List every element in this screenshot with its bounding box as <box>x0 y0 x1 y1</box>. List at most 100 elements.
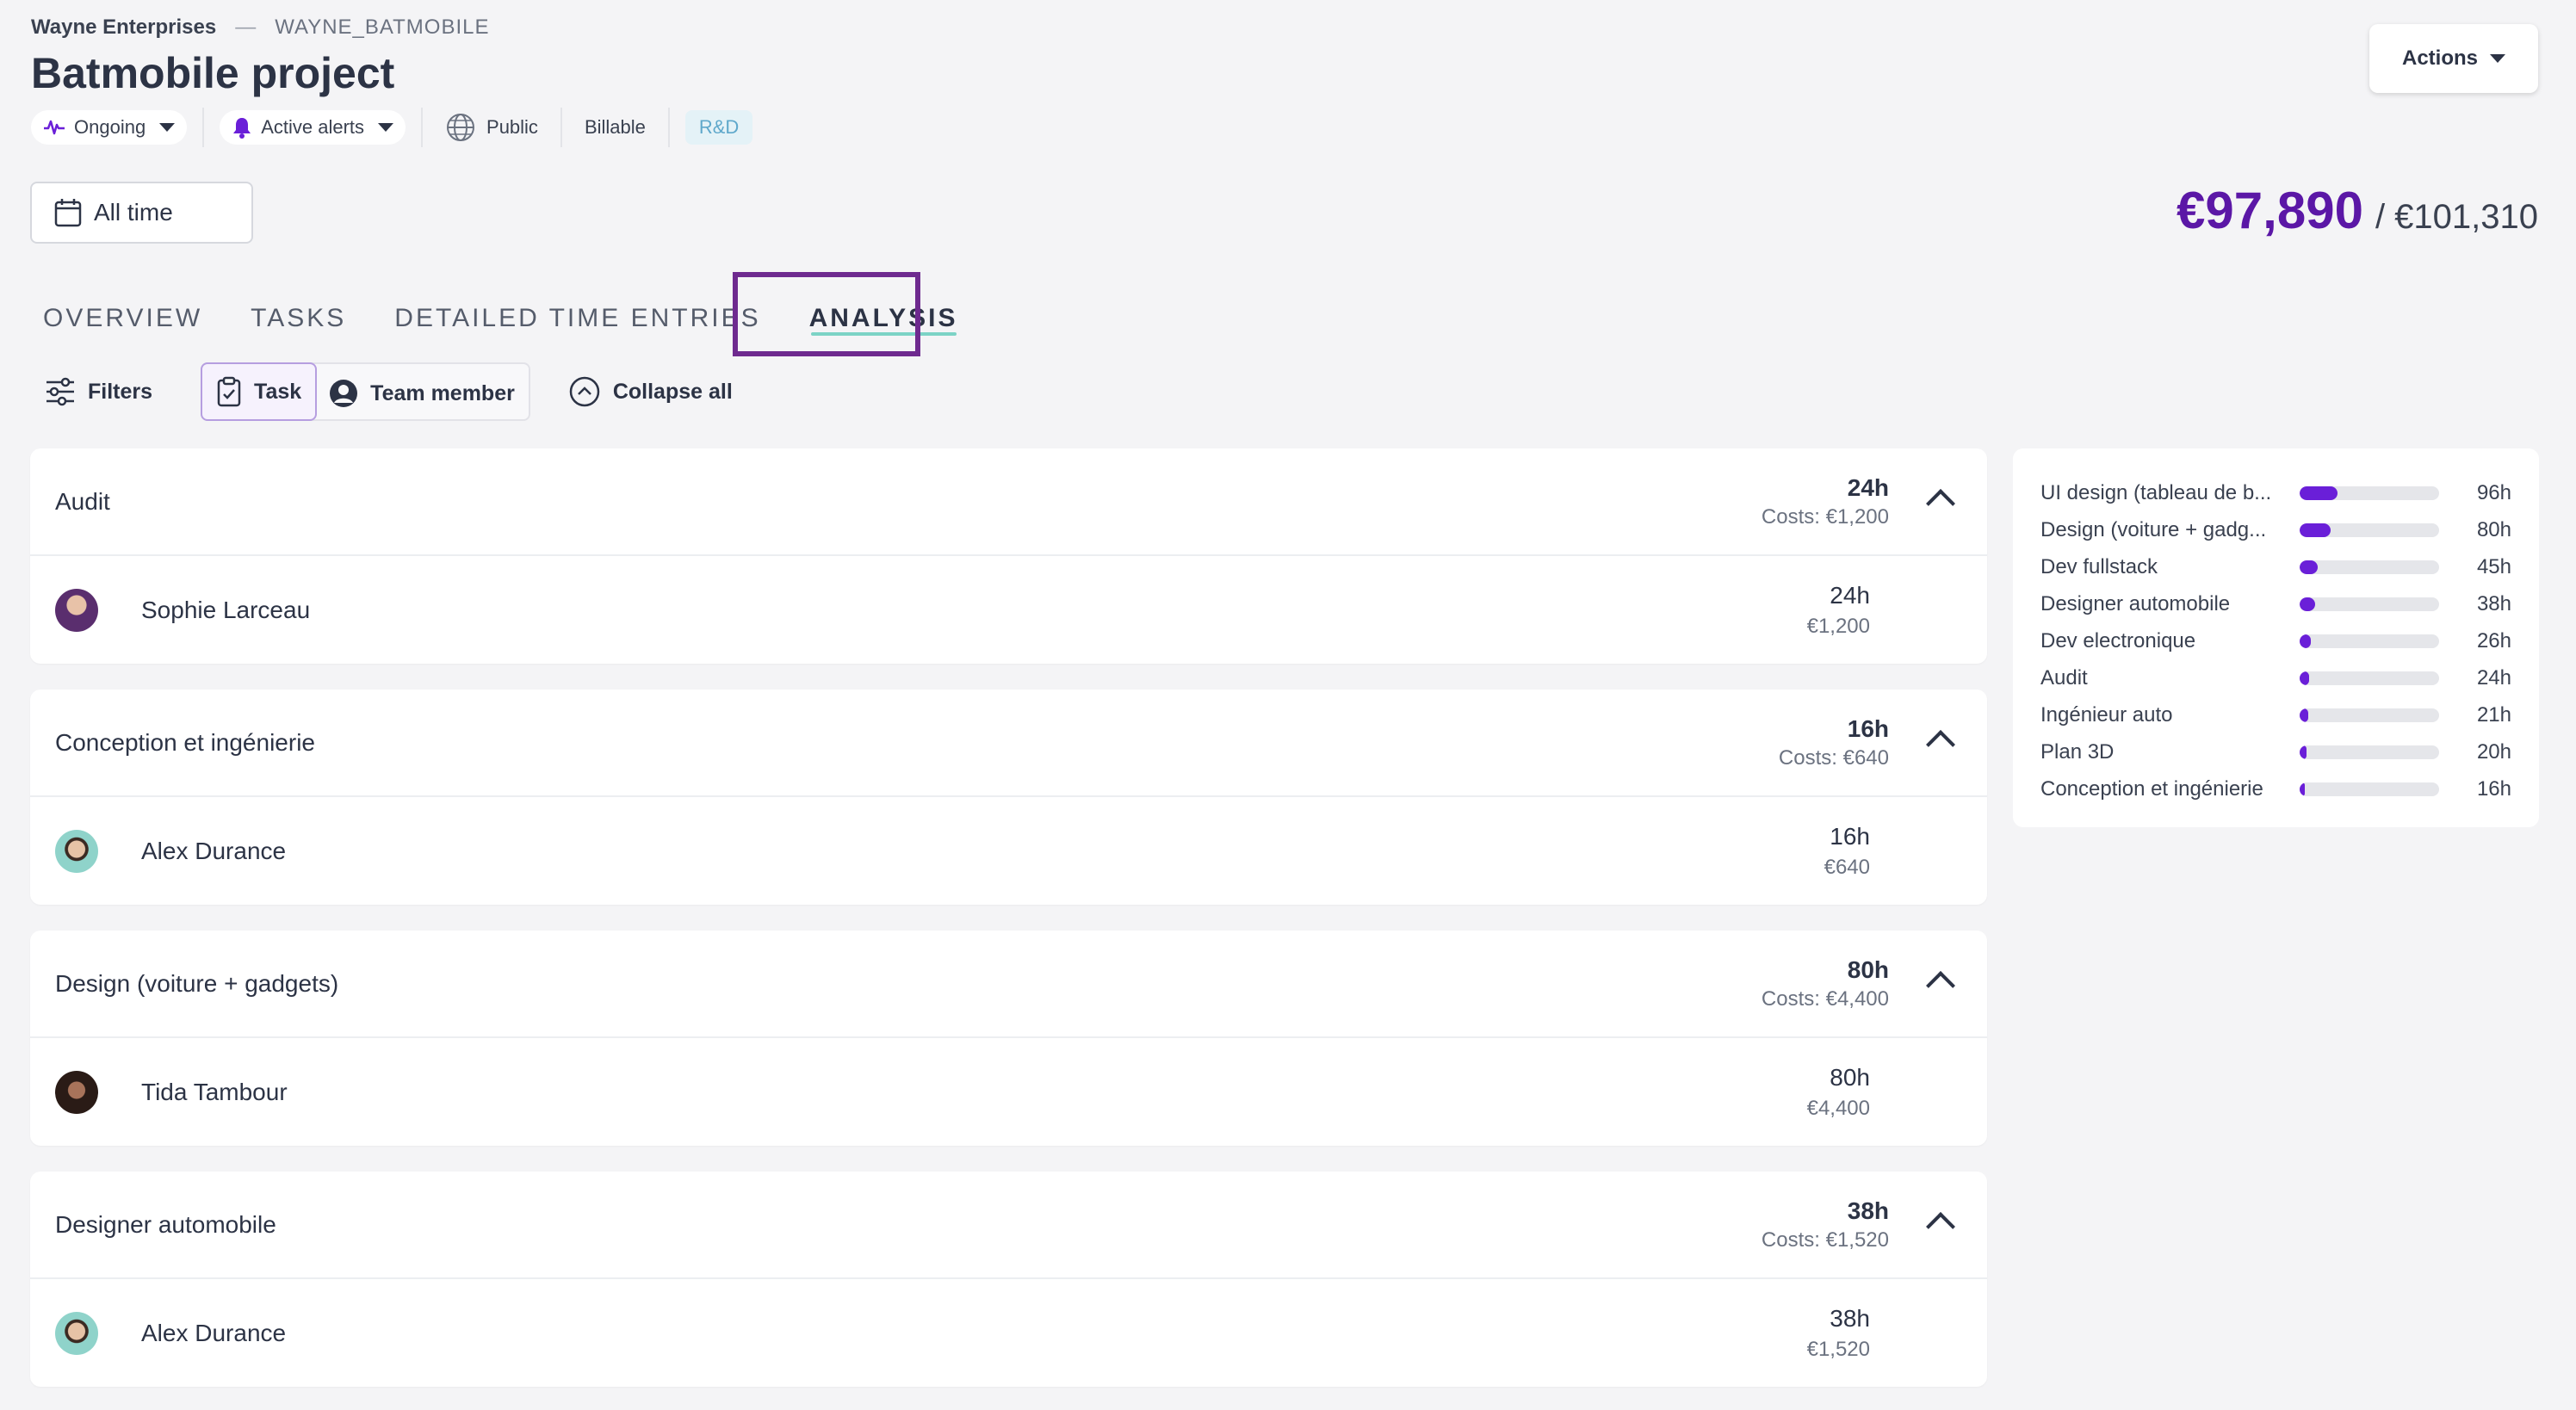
member-row: Tida Tambour 80h €4,400 <box>30 1038 1987 1146</box>
summary-row: Audit 24h <box>2040 659 2511 696</box>
member-hours: 16h <box>1830 822 1870 850</box>
summary-bar <box>2300 782 2439 796</box>
summary-bar <box>2300 708 2439 722</box>
collapse-all-label: Collapse all <box>612 379 733 404</box>
visibility-indicator: Public <box>438 112 545 143</box>
status-label: Ongoing <box>74 116 146 138</box>
summary-value: 38h <box>2476 591 2511 615</box>
summary-value: 45h <box>2476 554 2511 578</box>
summary-label: Plan 3D <box>2040 739 2115 764</box>
chevron-up-icon[interactable] <box>1926 489 1955 518</box>
avatar <box>55 829 98 873</box>
summary-bar-fill <box>2300 745 2307 759</box>
page-title: Batmobile project <box>31 49 395 97</box>
summary-bar-fill <box>2300 782 2306 796</box>
member-cost: €4,400 <box>1806 1096 1870 1120</box>
alerts-label: Active alerts <box>261 116 365 138</box>
budget-spent: €97,890 <box>2177 182 2363 239</box>
summary-label: Design (voiture + gadg... <box>2040 517 2267 541</box>
billing-label: Billable <box>584 116 646 138</box>
tab-tasks[interactable]: TASKS <box>238 284 358 353</box>
summary-row: Conception et ingénierie 16h <box>2040 770 2511 807</box>
group-by-task-button[interactable]: Task <box>201 362 318 421</box>
member-row: Alex Durance 16h €640 <box>30 797 1987 905</box>
summary-bar-fill <box>2300 708 2308 722</box>
task-group-name: Design (voiture + gadgets) <box>55 969 339 997</box>
summary-bar <box>2300 634 2439 648</box>
activity-icon <box>44 120 65 135</box>
task-group-totals: 38h Costs: €1,520 <box>1762 1197 1889 1252</box>
summary-label: Conception et ingénierie <box>2040 776 2263 801</box>
analysis-toolbar: Filters Task Team member Collapse all <box>31 362 746 422</box>
task-group-header[interactable]: Designer automobile 38h Costs: €1,520 <box>30 1172 1987 1279</box>
summary-bar <box>2300 597 2439 611</box>
tab-overview[interactable]: OVERVIEW <box>31 284 214 353</box>
task-group-card: Audit 24h Costs: €1,200 Sophie Larceau 2… <box>30 448 1987 664</box>
summary-row: Plan 3D 20h <box>2040 733 2511 770</box>
summary-label: UI design (tableau de b... <box>2040 480 2272 504</box>
member-row: Sophie Larceau 24h €1,200 <box>30 556 1987 664</box>
task-group-totals: 16h Costs: €640 <box>1779 715 1889 770</box>
chevron-up-circle-icon <box>569 376 600 407</box>
task-group-costs: Costs: €4,400 <box>1761 986 1889 1011</box>
summary-bar-fill <box>2300 560 2319 574</box>
member-cost: €1,520 <box>1806 1337 1870 1361</box>
user-circle-icon <box>330 380 358 407</box>
collapse-all-button[interactable]: Collapse all <box>554 362 746 421</box>
summary-bar <box>2300 523 2439 537</box>
task-group-header[interactable]: Conception et ingénierie 16h Costs: €640 <box>30 690 1987 797</box>
summary-row: UI design (tableau de b... 96h <box>2040 474 2511 511</box>
task-group-name: Audit <box>55 487 110 515</box>
summary-value: 96h <box>2476 480 2511 504</box>
summary-bar-fill <box>2300 634 2311 648</box>
tab-highlight-box <box>733 272 920 356</box>
task-group-hours: 38h <box>1847 1197 1889 1224</box>
member-row: Alex Durance 38h €1,520 <box>30 1279 1987 1387</box>
summary-value: 80h <box>2476 517 2511 541</box>
status-dropdown[interactable]: Ongoing <box>31 110 188 145</box>
member-totals: 16h €640 <box>1824 823 1870 880</box>
summary-label: Dev electronique <box>2040 628 2196 652</box>
task-group-header[interactable]: Design (voiture + gadgets) 80h Costs: €4… <box>30 931 1987 1038</box>
summary-value: 21h <box>2476 702 2511 727</box>
actions-button[interactable]: Actions <box>2369 24 2538 93</box>
divider <box>421 108 424 147</box>
member-totals: 24h €1,200 <box>1807 582 1870 639</box>
chevron-up-icon[interactable] <box>1926 730 1955 759</box>
divider <box>560 108 562 147</box>
alerts-dropdown[interactable]: Active alerts <box>220 110 406 145</box>
task-group-hours: 80h <box>1847 955 1889 983</box>
divider <box>667 108 670 147</box>
budget-total: / €101,310 <box>2375 198 2538 236</box>
filters-label: Filters <box>88 379 153 404</box>
summary-row: Dev electronique 26h <box>2040 622 2511 659</box>
group-by-member-label: Team member <box>370 380 515 405</box>
date-range-button[interactable]: All time <box>30 182 253 244</box>
summary-row: Ingénieur auto 21h <box>2040 696 2511 733</box>
actions-label: Actions <box>2401 46 2478 70</box>
group-by-task-label: Task <box>254 379 302 404</box>
task-group-name: Designer automobile <box>55 1210 276 1238</box>
chevron-up-icon[interactable] <box>1926 1212 1955 1241</box>
member-hours: 24h <box>1830 581 1870 609</box>
filters-button[interactable]: Filters <box>31 362 166 421</box>
summary-value: 16h <box>2476 776 2511 801</box>
summary-bar <box>2300 560 2439 574</box>
tab-detailed-time-entries[interactable]: DETAILED TIME ENTRIES <box>382 284 772 353</box>
task-group-costs: Costs: €1,200 <box>1761 504 1889 529</box>
task-group-card: Designer automobile 38h Costs: €1,520 Al… <box>30 1172 1987 1387</box>
chevron-down-icon <box>378 123 394 132</box>
member-name: Alex Durance <box>141 837 287 864</box>
task-group-header[interactable]: Audit 24h Costs: €1,200 <box>30 448 1987 556</box>
chevron-up-icon[interactable] <box>1926 971 1955 1000</box>
breadcrumb-org[interactable]: Wayne Enterprises <box>31 15 216 40</box>
task-group-name: Conception et ingénierie <box>55 728 315 756</box>
chevron-down-icon <box>2490 54 2505 63</box>
avatar <box>55 588 98 632</box>
project-meta-bar: Ongoing Active alerts Public Billable R&… <box>31 108 753 147</box>
task-group-totals: 24h Costs: €1,200 <box>1762 474 1889 529</box>
member-name: Sophie Larceau <box>141 596 311 623</box>
member-name: Alex Durance <box>141 1319 287 1346</box>
summary-bar <box>2300 671 2439 685</box>
group-by-member-button[interactable]: Team member <box>315 364 529 423</box>
